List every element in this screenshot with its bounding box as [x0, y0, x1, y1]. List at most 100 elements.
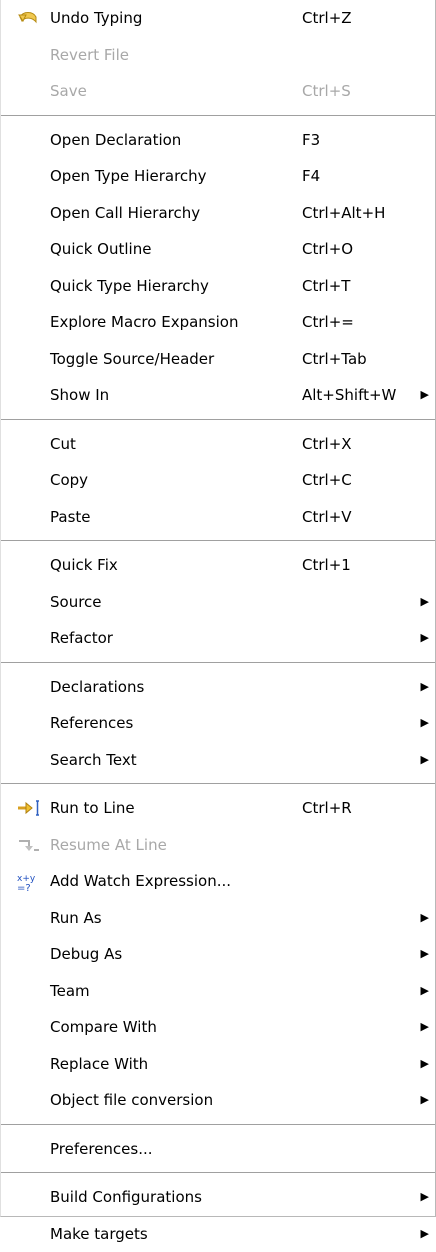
- submenu-arrow-icon: ▶: [421, 1009, 429, 1046]
- menu-item-label: Team: [50, 973, 90, 1010]
- run-to-line-icon: [17, 790, 45, 827]
- submenu-arrow-icon: ▶: [421, 973, 429, 1010]
- menu-item-explore-macro-expansion[interactable]: Explore Macro Expansion Ctrl+=: [1, 304, 435, 341]
- menu-item-label: Run to Line: [50, 790, 135, 827]
- menu-item-label: Explore Macro Expansion: [50, 304, 238, 341]
- menu-item-shortcut: Ctrl+O: [302, 231, 353, 268]
- menu-item-shortcut: Ctrl+=: [302, 304, 354, 341]
- menu-item-label: Show In: [50, 377, 109, 414]
- menu-item-label: Save: [50, 73, 87, 110]
- menu-item-team[interactable]: Team ▶: [1, 973, 435, 1010]
- menu-item-shortcut: Ctrl+1: [302, 547, 351, 584]
- menu-item-quick-type-hierarchy[interactable]: Quick Type Hierarchy Ctrl+T: [1, 268, 435, 305]
- menu-item-label: Revert File: [50, 37, 129, 74]
- menu-item-shortcut: Ctrl+V: [302, 499, 352, 536]
- menu-item-label: References: [50, 705, 133, 742]
- menu-item-shortcut: Ctrl+T: [302, 268, 350, 305]
- menu-item-shortcut: Ctrl+Alt+H: [302, 195, 385, 232]
- menu-item-source[interactable]: Source ▶: [1, 584, 435, 621]
- menu-item-copy[interactable]: Copy Ctrl+C: [1, 462, 435, 499]
- menu-item-compare-with[interactable]: Compare With ▶: [1, 1009, 435, 1046]
- menu-item-shortcut: Alt+Shift+W: [302, 377, 396, 414]
- menu-item-label: Undo Typing: [50, 0, 142, 37]
- menu-item-label: Run As: [50, 900, 102, 937]
- menu-separator: [1, 535, 435, 547]
- menu-item-object-file-conversion[interactable]: Object file conversion ▶: [1, 1082, 435, 1119]
- menu-item-undo-typing[interactable]: Undo Typing Ctrl+Z: [1, 0, 435, 37]
- submenu-arrow-icon: ▶: [421, 705, 429, 742]
- menu-item-label: Cut: [50, 426, 76, 463]
- menu-item-declarations[interactable]: Declarations ▶: [1, 669, 435, 706]
- menu-separator: [1, 414, 435, 426]
- submenu-arrow-icon: ▶: [421, 1216, 429, 1252]
- menu-item-quick-outline[interactable]: Quick Outline Ctrl+O: [1, 231, 435, 268]
- menu-item-label: Quick Type Hierarchy: [50, 268, 209, 305]
- menu-item-label: Make targets: [50, 1216, 148, 1252]
- menu-separator: [1, 110, 435, 122]
- menu-item-label: Search Text: [50, 742, 137, 779]
- menu-item-shortcut: Ctrl+X: [302, 426, 352, 463]
- menu-separator: [1, 778, 435, 790]
- menu-item-label: Replace With: [50, 1046, 148, 1083]
- menu-item-label: Quick Fix: [50, 547, 118, 584]
- menu-item-shortcut: F3: [302, 122, 320, 159]
- menu-item-save[interactable]: Save Ctrl+S: [1, 73, 435, 110]
- menu-item-shortcut: Ctrl+Tab: [302, 341, 367, 378]
- menu-item-paste[interactable]: Paste Ctrl+V: [1, 499, 435, 536]
- menu-item-open-type-hierarchy[interactable]: Open Type Hierarchy F4: [1, 158, 435, 195]
- menu-item-label: Add Watch Expression...: [50, 863, 231, 900]
- menu-item-label: Debug As: [50, 936, 122, 973]
- svg-text:=?: =?: [17, 883, 31, 892]
- menu-item-shortcut: Ctrl+Z: [302, 0, 352, 37]
- submenu-arrow-icon: ▶: [421, 669, 429, 706]
- menu-item-quick-fix[interactable]: Quick Fix Ctrl+1: [1, 547, 435, 584]
- menu-item-run-to-line[interactable]: Run to Line Ctrl+R: [1, 790, 435, 827]
- menu-item-revert-file[interactable]: Revert File: [1, 37, 435, 74]
- menu-item-label: Source: [50, 584, 102, 621]
- menu-item-open-declaration[interactable]: Open Declaration F3: [1, 122, 435, 159]
- menu-item-run-as[interactable]: Run As ▶: [1, 900, 435, 937]
- submenu-arrow-icon: ▶: [421, 1179, 429, 1216]
- menu-item-refactor[interactable]: Refactor ▶: [1, 620, 435, 657]
- menu-item-make-targets[interactable]: Make targets ▶: [1, 1216, 435, 1252]
- menu-item-label: Object file conversion: [50, 1082, 213, 1119]
- menu-item-label: Open Type Hierarchy: [50, 158, 207, 195]
- menu-item-label: Open Declaration: [50, 122, 181, 159]
- resume-at-line-icon: [17, 827, 45, 864]
- menu-item-resume-at-line[interactable]: Resume At Line: [1, 827, 435, 864]
- menu-item-build-configurations[interactable]: Build Configurations ▶: [1, 1179, 435, 1216]
- submenu-arrow-icon: ▶: [421, 936, 429, 973]
- menu-item-label: Resume At Line: [50, 827, 167, 864]
- menu-item-search-text[interactable]: Search Text ▶: [1, 742, 435, 779]
- submenu-arrow-icon: ▶: [421, 584, 429, 621]
- submenu-arrow-icon: ▶: [421, 742, 429, 779]
- menu-item-label: Preferences...: [50, 1131, 153, 1168]
- menu-item-add-watch-expression[interactable]: x+y=? Add Watch Expression...: [1, 863, 435, 900]
- menu-item-shortcut: Ctrl+R: [302, 790, 352, 827]
- menu-item-cut[interactable]: Cut Ctrl+X: [1, 426, 435, 463]
- menu-item-label: Copy: [50, 462, 88, 499]
- submenu-arrow-icon: ▶: [421, 900, 429, 937]
- context-menu: Undo Typing Ctrl+Z Revert File Save Ctrl…: [0, 0, 436, 1217]
- menu-separator: [1, 657, 435, 669]
- submenu-arrow-icon: ▶: [421, 377, 429, 414]
- menu-separator: [1, 1119, 435, 1131]
- menu-separator: [1, 1167, 435, 1179]
- submenu-arrow-icon: ▶: [421, 1046, 429, 1083]
- menu-item-toggle-source-header[interactable]: Toggle Source/Header Ctrl+Tab: [1, 341, 435, 378]
- menu-item-shortcut: F4: [302, 158, 320, 195]
- menu-item-references[interactable]: References ▶: [1, 705, 435, 742]
- menu-item-label: Paste: [50, 499, 91, 536]
- submenu-arrow-icon: ▶: [421, 620, 429, 657]
- menu-item-debug-as[interactable]: Debug As ▶: [1, 936, 435, 973]
- menu-item-label: Open Call Hierarchy: [50, 195, 200, 232]
- menu-item-replace-with[interactable]: Replace With ▶: [1, 1046, 435, 1083]
- menu-item-label: Declarations: [50, 669, 144, 706]
- menu-item-preferences[interactable]: Preferences...: [1, 1131, 435, 1168]
- menu-item-open-call-hierarchy[interactable]: Open Call Hierarchy Ctrl+Alt+H: [1, 195, 435, 232]
- menu-item-shortcut: Ctrl+C: [302, 462, 352, 499]
- menu-item-shortcut: Ctrl+S: [302, 73, 351, 110]
- menu-item-show-in[interactable]: Show In Alt+Shift+W ▶: [1, 377, 435, 414]
- menu-item-label: Build Configurations: [50, 1179, 202, 1216]
- submenu-arrow-icon: ▶: [421, 1082, 429, 1119]
